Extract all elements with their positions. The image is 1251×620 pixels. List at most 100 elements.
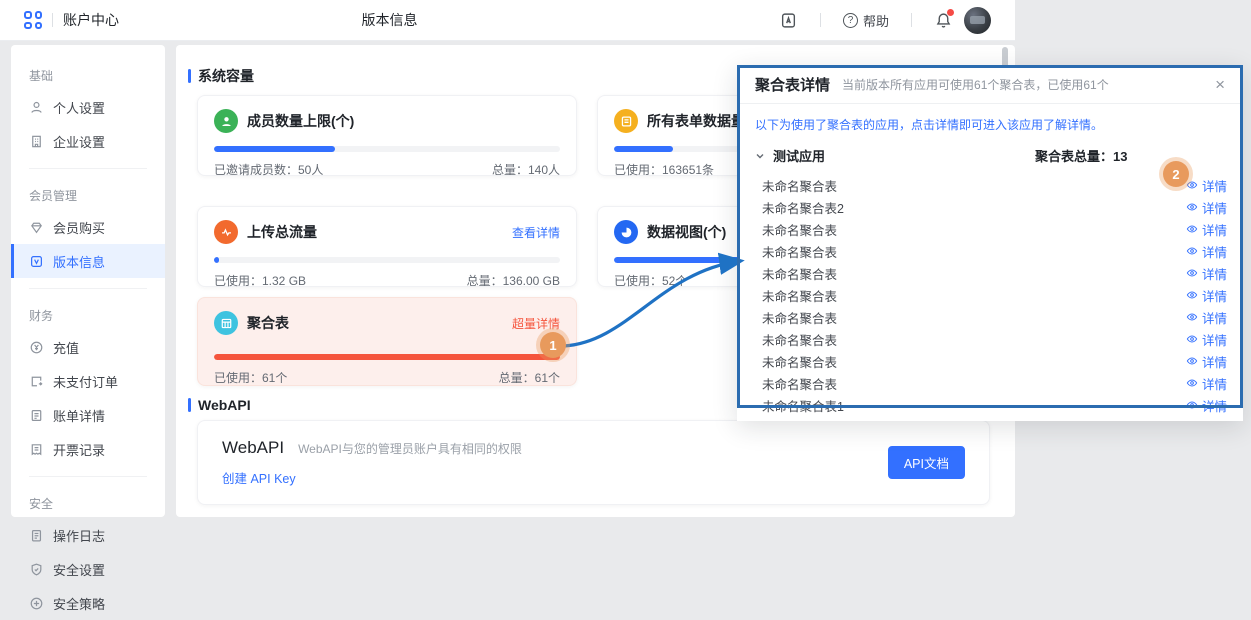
header-divider (820, 13, 821, 27)
over-quota-details-link[interactable]: 超量详情 (512, 315, 560, 332)
close-icon[interactable]: × (1215, 76, 1225, 93)
sidebar-section-finance: 财务 (11, 299, 165, 330)
sidebar-item-recharge[interactable]: 充值 (11, 330, 165, 364)
list-item: 未命名聚合表 详情 (737, 306, 1243, 328)
sidebar-divider (29, 288, 147, 289)
aggregate-name: 未命名聚合表 (762, 352, 837, 371)
eye-icon (1186, 267, 1198, 279)
version-icon (29, 254, 44, 269)
aggregate-name: 未命名聚合表 (762, 330, 837, 349)
data-views-icon (614, 220, 638, 244)
detail-link[interactable]: 详情 (1186, 352, 1227, 371)
detail-link[interactable]: 详情 (1186, 264, 1227, 283)
sidebar-item-label: 开票记录 (53, 440, 105, 459)
card-title: 聚合表 (247, 313, 289, 333)
total-label: 总量：61个 (499, 369, 560, 386)
list-item: 未命名聚合表 详情 (737, 262, 1243, 284)
detail-link[interactable]: 详情 (1186, 374, 1227, 393)
sidebar-item-member-purchase[interactable]: 会员购买 (11, 210, 165, 244)
header-divider (52, 13, 53, 27)
sidebar-item-operation-log[interactable]: 操作日志 (11, 518, 165, 552)
aggregate-name: 未命名聚合表 (762, 242, 837, 261)
coin-yuan-icon (29, 340, 44, 355)
usage-label: 已邀请成员数：50人 (214, 161, 323, 178)
progress-fill (614, 146, 673, 152)
chevron-down-icon[interactable] (755, 151, 765, 161)
list-item: 未命名聚合表 详情 (737, 372, 1243, 394)
sidebar-item-label: 账单详情 (53, 406, 105, 425)
notification-dot (947, 9, 954, 16)
create-api-key-link[interactable]: 创建 API Key (222, 468, 296, 487)
unpaid-order-icon (29, 374, 44, 389)
card-aggregate-table: 聚合表 超量详情 已使用：61个 总量：61个 (197, 297, 577, 386)
detail-link[interactable]: 详情 (1186, 418, 1227, 422)
eye-icon (1186, 333, 1198, 345)
eye-icon (1186, 289, 1198, 301)
total-label: 总量：136.00 GB (467, 272, 560, 289)
sidebar-item-label: 企业设置 (53, 132, 105, 151)
sidebar-item-enterprise-settings[interactable]: 企业设置 (11, 124, 165, 158)
card-title: 成员数量上限(个) (247, 111, 354, 131)
detail-link[interactable]: 详情 (1186, 242, 1227, 261)
webapi-title: WebAPI (222, 438, 284, 458)
section-accent-bar (188, 398, 191, 412)
detail-link[interactable]: 详情 (1186, 286, 1227, 305)
capacity-section-title: 系统容量 (198, 66, 254, 86)
detail-link[interactable]: 详情 (1186, 396, 1227, 415)
app-title: 账户中心 (63, 10, 119, 30)
sidebar-item-security-policy[interactable]: 安全策略 (11, 586, 165, 620)
diamond-icon (29, 220, 44, 235)
sidebar-item-bill-details[interactable]: 账单详情 (11, 398, 165, 432)
list-item: 未命名聚合表1 详情 (737, 394, 1243, 416)
sidebar-item-label: 充值 (53, 338, 79, 357)
eye-icon (1186, 355, 1198, 367)
user-avatar[interactable] (964, 7, 991, 34)
contact-book-icon[interactable] (780, 11, 798, 29)
help-icon: ? (843, 13, 858, 28)
usage-label: 已使用：163651条 (614, 161, 714, 178)
members-icon (214, 109, 238, 133)
app-group-name[interactable]: 测试应用 (773, 146, 825, 165)
api-doc-button[interactable]: API文档 (888, 446, 965, 479)
sidebar-item-version-info[interactable]: 版本信息 (11, 244, 165, 278)
detail-link[interactable]: 详情 (1186, 220, 1227, 239)
dialog-title: 聚合表详情 (755, 74, 830, 95)
card-title: 数据视图(个) (647, 222, 726, 242)
progress-fill (214, 354, 560, 360)
sidebar-item-personal-settings[interactable]: 个人设置 (11, 90, 165, 124)
detail-link[interactable]: 详情 (1186, 198, 1227, 217)
aggregate-table-icon (214, 311, 238, 335)
progress-fill (214, 257, 219, 263)
sidebar-item-security-settings[interactable]: 安全设置 (11, 552, 165, 586)
notification-bell-icon[interactable] (934, 11, 952, 29)
aggregate-name: 未命名聚合表 (762, 264, 837, 283)
sidebar-item-label: 安全设置 (53, 560, 105, 579)
eye-icon (1186, 223, 1198, 235)
aggregate-details-dialog: 聚合表详情 当前版本所有应用可使用61个聚合表，已使用61个 × 以下为使用了聚… (737, 65, 1243, 421)
list-item: 未命名聚合表 详情 (737, 350, 1243, 372)
detail-link[interactable]: 详情 (1186, 330, 1227, 349)
traffic-icon (214, 220, 238, 244)
step-badge-2: 2 (1163, 161, 1189, 187)
dialog-hint-text: 以下为使用了聚合表的应用，点击详情即可进入该应用了解详情。 (755, 116, 1225, 133)
detail-link[interactable]: 详情 (1186, 308, 1227, 327)
eye-icon (1186, 245, 1198, 257)
view-details-link[interactable]: 查看详情 (512, 224, 560, 241)
eye-icon (1186, 201, 1198, 213)
building-icon (29, 134, 44, 149)
webapi-card: WebAPI WebAPI与您的管理员账户具有相同的权限 创建 API Key … (197, 420, 990, 505)
usage-label: 已使用：52个 (614, 272, 687, 289)
detail-link[interactable]: 详情 (1186, 176, 1227, 195)
section-accent-bar (188, 69, 191, 83)
list-item: 未命名聚合表 详情 (737, 218, 1243, 240)
list-item: 未命名聚合表 详情 (737, 284, 1243, 306)
app-grid-icon[interactable] (24, 11, 42, 29)
sidebar-item-invoice-records[interactable]: 开票记录 (11, 432, 165, 466)
sidebar-section-membership: 会员管理 (11, 179, 165, 210)
eye-icon (1186, 179, 1198, 191)
top-header: 账户中心 版本信息 ? 帮助 (0, 0, 1015, 41)
policy-icon (29, 596, 44, 611)
sidebar: 基础 个人设置 企业设置 会员管理 会员购买 版本信息 财务 充值 未支付订单 … (11, 45, 165, 517)
sidebar-item-unpaid-orders[interactable]: 未支付订单 (11, 364, 165, 398)
help-button[interactable]: ? 帮助 (843, 11, 889, 30)
